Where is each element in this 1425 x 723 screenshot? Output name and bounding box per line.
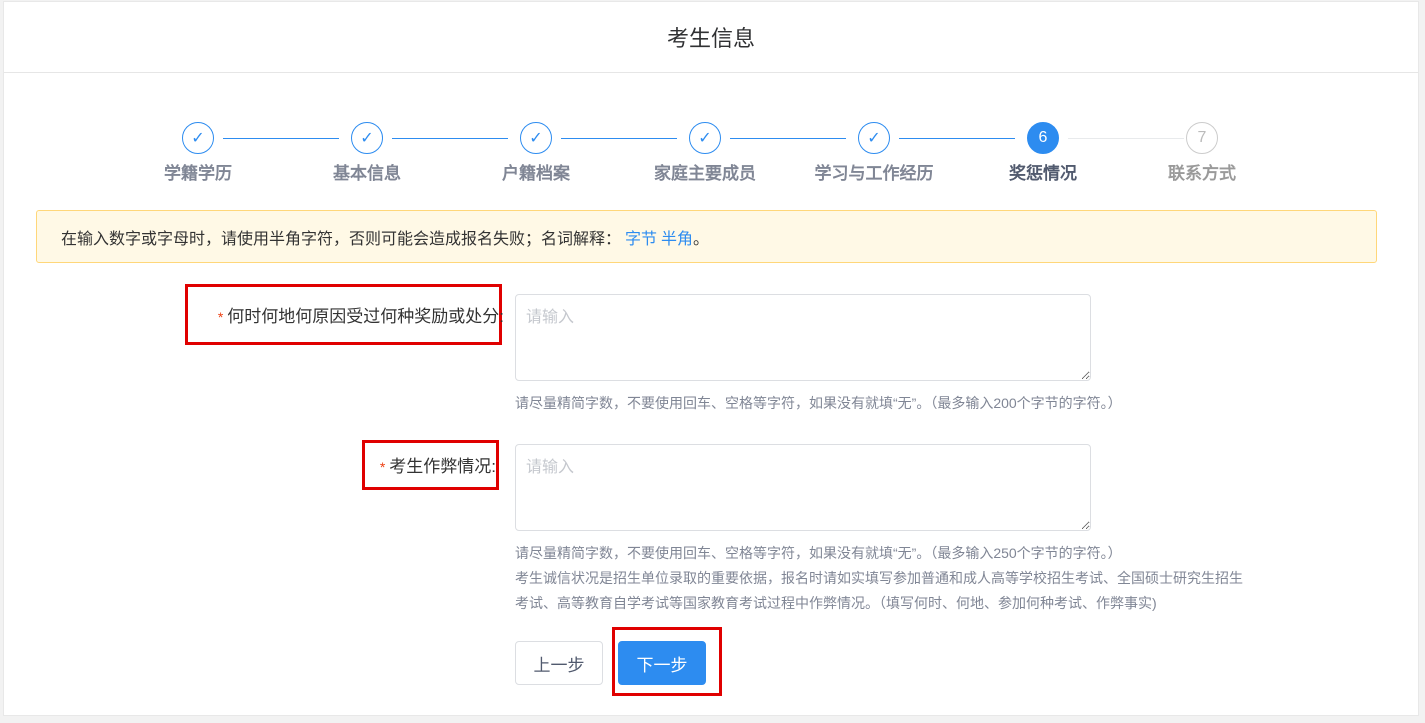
- step-6: 6 奖惩情况: [963, 122, 1123, 184]
- step-label: 基本信息: [333, 164, 401, 183]
- check-icon: ✓: [520, 122, 552, 154]
- step-5: ✓ 学习与工作经历: [794, 122, 954, 184]
- step-connector: [392, 138, 508, 139]
- step-connector: [561, 138, 677, 139]
- step-1: ✓ 学籍学历: [118, 122, 278, 184]
- halfwidth-link[interactable]: 半角: [661, 225, 693, 249]
- rewards-hint: 请尽量精简字数，不要使用回车、空格等字符，如果没有就填“无”。（最多输入200个…: [515, 395, 1122, 411]
- check-icon: ✓: [182, 122, 214, 154]
- check-icon: ✓: [351, 122, 383, 154]
- cheating-label: * 考生作弊情况:: [380, 452, 496, 477]
- byte-link[interactable]: 字节: [625, 225, 657, 249]
- check-icon: ✓: [689, 122, 721, 154]
- cheating-textarea[interactable]: [515, 444, 1091, 531]
- step-3: ✓ 户籍档案: [456, 122, 616, 184]
- step-connector: [223, 138, 339, 139]
- cheating-hint-line: 请尽量精简字数，不要使用回车、空格等字符，如果没有就填“无”。（最多输入250个…: [515, 545, 1122, 561]
- step-label: 学籍学历: [164, 164, 232, 183]
- step-2: ✓ 基本信息: [287, 122, 447, 184]
- step-label: 学习与工作经历: [814, 164, 934, 183]
- rewards-textarea[interactable]: [515, 294, 1091, 381]
- step-label: 联系方式: [1168, 164, 1236, 183]
- halfwidth-notice: 在输入数字或字母时，请使用半角字符，否则可能会造成报名失败；名词解释： 字节 半…: [36, 210, 1377, 263]
- next-step-button[interactable]: 下一步: [618, 641, 706, 685]
- notice-suffix: 。: [693, 230, 710, 248]
- page-header: 考生信息: [4, 2, 1418, 73]
- rewards-label-text: 何时何地何原因受过何种奖励或处分:: [227, 307, 504, 326]
- step-label: 户籍档案: [502, 164, 570, 183]
- step-7: 7 联系方式: [1122, 122, 1282, 184]
- cheating-label-text: 考生作弊情况:: [389, 457, 496, 476]
- step-label: 家庭主要成员: [654, 164, 756, 183]
- integrity-hint: 考生诚信状况是招生单位录取的重要依据，报名时请如实填写参加普通和成人高等学校招生…: [515, 570, 1243, 611]
- rewards-label: * 何时何地何原因受过何种奖励或处分:: [218, 302, 504, 327]
- step-4: ✓ 家庭主要成员: [625, 122, 785, 184]
- progress-steps: ✓ 学籍学历 ✓ 基本信息 ✓ 户籍档案 ✓ 家庭主要成员 ✓ 学习与工作经历 …: [4, 122, 1418, 192]
- step-number: 7: [1186, 122, 1218, 154]
- check-icon: ✓: [858, 122, 890, 154]
- step-connector: [730, 138, 846, 139]
- step-connector: [899, 138, 1015, 139]
- step-label: 奖惩情况: [1009, 164, 1077, 183]
- required-mark: *: [217, 309, 224, 325]
- required-mark: *: [379, 459, 386, 475]
- notice-text: 在输入数字或字母时，请使用半角字符，否则可能会造成报名失败；名词解释：: [61, 230, 622, 248]
- step-number: 6: [1027, 122, 1059, 154]
- step-connector: [1068, 138, 1184, 139]
- page-title: 考生信息: [666, 26, 755, 51]
- cheating-hint: 请尽量精简字数，不要使用回车、空格等字符，如果没有就填“无”。（最多输入250个…: [515, 541, 1255, 616]
- prev-step-button[interactable]: 上一步: [515, 641, 603, 685]
